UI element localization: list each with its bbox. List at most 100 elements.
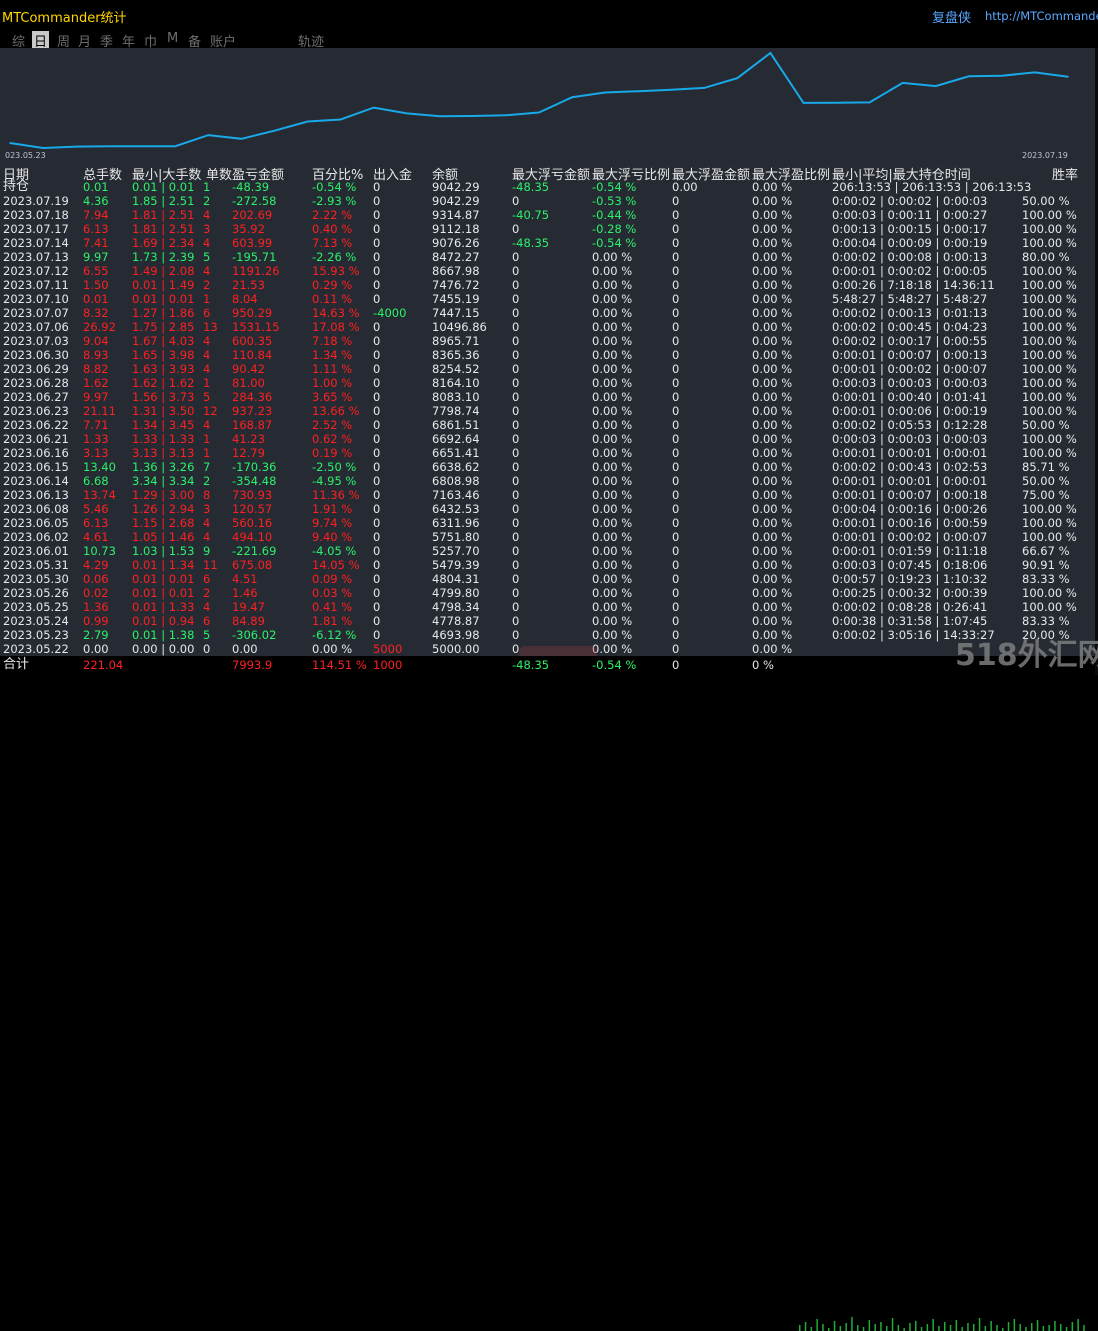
- cell-max-float-profit-pct: 0.00 %: [752, 278, 793, 292]
- equity-point: [306, 120, 309, 123]
- cell-flow: 0: [373, 432, 381, 446]
- cell-order-count: 2: [203, 194, 211, 208]
- cell-balance: 7455.19: [432, 292, 480, 306]
- cell-max-float-profit: 0: [672, 432, 680, 446]
- cell-order-count: 3: [203, 222, 211, 236]
- equity-point: [538, 111, 540, 114]
- cell-min-max-lots: 1.03 | 1.53: [132, 544, 195, 558]
- cell-win-rate: 90.91 %: [1022, 558, 1070, 572]
- cell-hold-time: 0:00:02 | 0:08:28 | 0:26:41: [832, 600, 988, 614]
- cell-pl-amount: -306.02: [232, 628, 277, 642]
- cell-percent: -6.12 %: [312, 628, 357, 642]
- cell-max-float-profit: 0: [672, 502, 680, 516]
- activity-bar: [1083, 1325, 1085, 1331]
- activity-bar: [961, 1327, 963, 1331]
- cell-date: 2023.07.17: [3, 222, 69, 236]
- cell-max-float-profit-pct: 0.00 %: [752, 446, 793, 460]
- cell-max-float-loss: 0: [512, 530, 520, 544]
- cell-order-count: 7: [203, 460, 211, 474]
- activity-bar: [1054, 1321, 1056, 1331]
- cell-percent: 1.34 %: [312, 348, 353, 362]
- cell-percent: 1.11 %: [312, 362, 353, 376]
- cell-max-float-loss: 0: [512, 334, 520, 348]
- cell-max-float-profit: 0: [672, 236, 680, 250]
- ai-search-overlay[interactable]: AI | ⚲: [519, 646, 597, 656]
- cell-max-float-profit: 0: [672, 530, 680, 544]
- cell-balance: 7798.74: [432, 404, 480, 418]
- cell-min-max-lots: 3.13 | 3.13: [132, 446, 195, 460]
- cell-max-float-profit-pct: 0.00 %: [752, 600, 793, 614]
- cell-max-float-loss: 0: [512, 460, 520, 474]
- cell-pl-amount: 0.00: [232, 642, 258, 656]
- cell-max-float-loss: 0: [512, 586, 520, 600]
- brand-link[interactable]: 复盘侠: [932, 7, 971, 26]
- cell-order-count: 13: [203, 320, 218, 334]
- cell-min-max-lots: 0.01 | 0.01: [132, 180, 195, 194]
- cell-percent: 0.41 %: [312, 600, 353, 614]
- cell-balance: 9076.26: [432, 236, 480, 250]
- cell-percent: 1.91 %: [312, 502, 353, 516]
- cell-win-rate: 50.00 %: [1022, 474, 1070, 488]
- cell-max-float-profit-pct: 0.00 %: [752, 432, 793, 446]
- cell-balance: 8164.10: [432, 376, 480, 390]
- cell-total-lots: 1.62: [83, 376, 109, 390]
- cell-win-rate: 100.00 %: [1022, 502, 1077, 516]
- activity-bar: [886, 1326, 888, 1331]
- cell-flow: 0: [373, 544, 381, 558]
- cell-min-max-lots: 1.26 | 2.94: [132, 502, 195, 516]
- cell-win-rate: 100.00 %: [1022, 236, 1077, 250]
- cell-hold-time: 0:00:03 | 0:00:03 | 0:00:03: [832, 432, 988, 446]
- cell-hold-time: 0:00:03 | 0:00:11 | 0:00:27: [832, 208, 988, 222]
- cell-max-float-profit-pct: 0.00 %: [752, 488, 793, 502]
- cell-max-float-profit: 0: [672, 222, 680, 236]
- cell-percent: 3.65 %: [312, 390, 353, 404]
- cell-percent: -2.26 %: [312, 250, 357, 264]
- cell-flow: 0: [373, 516, 381, 530]
- activity-bar: [880, 1322, 882, 1331]
- cell-pl-amount: 202.69: [232, 208, 273, 222]
- cell-hold-time: 206:13:53 | 206:13:53 | 206:13:53: [832, 180, 1032, 194]
- cell-max-float-loss: -48.35: [512, 236, 550, 250]
- cell-max-float-loss-pct: 0.00 %: [592, 432, 633, 446]
- cell-balance: 6861.51: [432, 418, 480, 432]
- cell-win-rate: 83.33 %: [1022, 572, 1070, 586]
- cell-max-float-profit-pct: 0.00 %: [752, 544, 793, 558]
- tab-m[interactable]: M: [167, 31, 178, 46]
- cell-order-count: 8: [203, 488, 211, 502]
- cell-max-float-loss: 0: [512, 446, 520, 460]
- activity-bar: [1071, 1322, 1074, 1331]
- header-win-rate[interactable]: 胜率: [1052, 164, 1078, 183]
- cell-percent: 14.63 %: [312, 306, 360, 320]
- cell-flow: 0: [373, 208, 381, 222]
- cell-total-lots: 1.50: [83, 278, 109, 292]
- cell-date: 2023.06.01: [3, 544, 69, 558]
- url-link[interactable]: http://MTCommander: [985, 9, 1098, 23]
- cell-max-float-loss: 0: [512, 544, 520, 558]
- cell-order-count: 11: [203, 558, 218, 572]
- cell-min-max-lots: 1.65 | 3.98: [132, 348, 195, 362]
- cell-flow: 0: [373, 348, 381, 362]
- equity-point: [802, 102, 805, 104]
- equity-point: [472, 115, 474, 117]
- cell-total-lots: 1.36: [83, 600, 109, 614]
- cell-date: 2023.07.12: [3, 264, 69, 278]
- cell-hold-time: 0:00:02 | 0:05:53 | 0:12:28: [832, 418, 988, 432]
- totals-lots: 221.04: [83, 658, 124, 672]
- cell-max-float-profit: 0: [672, 460, 680, 474]
- cell-max-float-loss-pct: 0.00 %: [592, 376, 633, 390]
- activity-bar: [926, 1324, 929, 1331]
- cell-max-float-profit: 0.00: [672, 180, 698, 194]
- cell-max-float-loss: 0: [512, 404, 520, 418]
- cell-date: 2023.06.02: [3, 530, 69, 544]
- cell-pl-amount: 560.16: [232, 516, 273, 530]
- cell-max-float-profit: 0: [672, 264, 680, 278]
- cell-min-max-lots: 1.75 | 2.85: [132, 320, 195, 334]
- x-axis-start-label: 023.05.23: [5, 151, 46, 160]
- cell-min-max-lots: 1.05 | 1.46: [132, 530, 195, 544]
- cell-min-max-lots: 1.63 | 3.93: [132, 362, 195, 376]
- cell-order-count: 4: [203, 334, 211, 348]
- cell-max-float-profit: 0: [672, 292, 680, 306]
- cell-win-rate: 50.00 %: [1022, 194, 1070, 208]
- activity-bar: [874, 1324, 876, 1331]
- cell-max-float-loss: 0: [512, 278, 520, 292]
